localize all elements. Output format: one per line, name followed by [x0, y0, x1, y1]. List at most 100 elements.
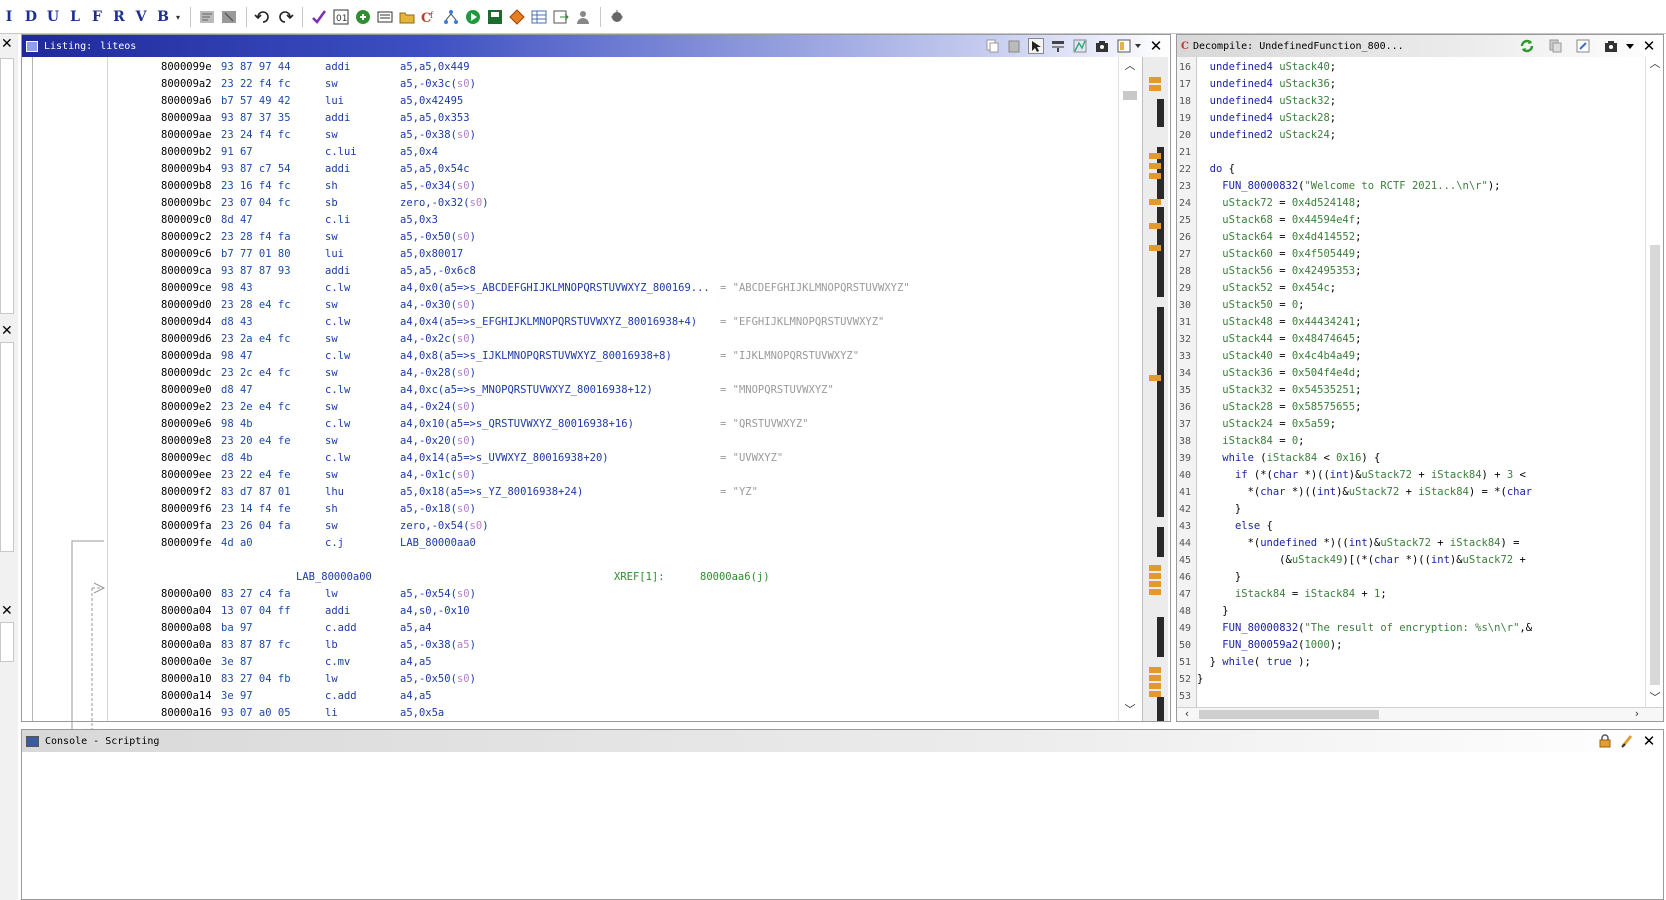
close-icon[interactable]: ✕ [1, 324, 15, 338]
cursor-select-icon[interactable] [1028, 38, 1044, 54]
listing-vertical-scrollbar[interactable]: ︿ ﹀ [1118, 57, 1140, 721]
decompile-line[interactable]: uStack52 = 0x454c; [1197, 280, 1336, 297]
letter-button-d[interactable]: D [22, 7, 40, 27]
redo-icon[interactable] [276, 8, 294, 26]
decompile-line[interactable]: } [1197, 603, 1228, 620]
decompile-line[interactable]: uStack68 = 0x44594e4f; [1197, 212, 1361, 229]
console-body[interactable] [22, 752, 1663, 899]
decompile-line[interactable]: iStack84 = 0; [1197, 433, 1304, 450]
refresh-icon[interactable] [1519, 38, 1535, 54]
scroll-up-icon[interactable]: ︿ [1649, 58, 1661, 69]
decompile-line[interactable]: do { [1197, 161, 1235, 178]
field-edit-icon[interactable] [1050, 38, 1066, 54]
decompile-line[interactable]: uStack28 = 0x58575655; [1197, 399, 1361, 416]
decompile-vertical-scrollbar[interactable]: ︿ ﹀ [1645, 57, 1663, 707]
decompile-line[interactable]: *(undefined *)((int)&uStack72 + iStack84… [1197, 535, 1520, 552]
export-icon[interactable] [552, 8, 570, 26]
decompile-line[interactable]: uStack36 = 0x504f4e4d; [1197, 365, 1361, 382]
decompile-line[interactable]: FUN_800059a2(1000); [1197, 637, 1342, 654]
decompile-code[interactable]: undefined4 uStack40; undefined4 uStack36… [1197, 57, 1645, 707]
close-icon[interactable]: ✕ [1641, 733, 1657, 749]
decompile-line[interactable]: undefined4 uStack32; [1197, 93, 1336, 110]
decompile-scroll-thumb[interactable] [1650, 245, 1660, 685]
decompile-line[interactable]: *(char *)((int)&uStack72 + iStack84) = *… [1197, 484, 1533, 501]
listing-overview-bar[interactable] [1142, 57, 1168, 721]
lock-icon[interactable] [1597, 733, 1613, 749]
decompile-hscroll-thumb[interactable] [1199, 710, 1379, 719]
memory-icon[interactable] [376, 8, 394, 26]
decompile-line[interactable]: uStack64 = 0x4d414552; [1197, 229, 1361, 246]
decompile-line[interactable]: undefined2 uStack24; [1197, 127, 1336, 144]
listing-code[interactable]: 8000099e 93 87 97 44 addi a5,a5,0x449 800009… [108, 57, 1148, 721]
chevron-down-icon[interactable] [1625, 38, 1635, 54]
decompile-line[interactable]: } [1197, 501, 1241, 518]
letter-button-v[interactable]: V [132, 7, 150, 27]
clear-code-icon[interactable] [198, 8, 216, 26]
decompile-line[interactable]: uStack50 = 0; [1197, 297, 1304, 314]
symbol-tree-panel[interactable] [0, 342, 14, 552]
letter-button-b[interactable]: B [154, 7, 172, 27]
copy-icon[interactable] [984, 38, 1000, 54]
user-icon[interactable] [574, 8, 592, 26]
decompile-line[interactable]: undefined4 uStack28; [1197, 110, 1336, 127]
xref-header[interactable]: XREF[1]: [614, 569, 665, 586]
paste-icon[interactable] [1006, 38, 1022, 54]
snapshot-icon[interactable] [1603, 38, 1619, 54]
program-tree-panel[interactable] [0, 58, 14, 314]
close-icon[interactable]: ✕ [1, 37, 15, 51]
decompile-line[interactable]: else { [1197, 518, 1273, 535]
scroll-left-icon[interactable]: ‹ [1181, 708, 1193, 719]
scroll-right-icon[interactable]: › [1631, 708, 1643, 719]
scroll-down-icon[interactable]: ﹀ [1649, 692, 1661, 703]
diff-icon[interactable] [1072, 38, 1088, 54]
decompile-horizontal-scrollbar[interactable]: ‹ › [1177, 707, 1663, 721]
scroll-up-icon[interactable]: ︿ [1124, 60, 1136, 71]
check-icon[interactable] [310, 8, 328, 26]
decompile-line[interactable]: if (*(char *)((int)&uStack72 + iStack84)… [1197, 467, 1526, 484]
chevron-down-icon[interactable]: ▾ [176, 13, 180, 22]
table-icon[interactable] [530, 8, 548, 26]
function-graph-icon[interactable]: Cf [420, 8, 438, 26]
letter-button-r[interactable]: R [110, 7, 128, 27]
diamond-icon[interactable] [508, 8, 526, 26]
decompile-line[interactable]: FUN_80000832("The result of encryption: … [1197, 620, 1532, 637]
letter-button-u[interactable]: U [44, 7, 62, 27]
chevron-down-icon[interactable] [1134, 38, 1142, 54]
close-icon[interactable]: ✕ [1148, 38, 1164, 54]
letter-button-l[interactable]: L [66, 7, 84, 27]
clear-flow-icon[interactable] [220, 8, 238, 26]
decompile-line[interactable]: (&uStack49)[(*(char *)((int)&uStack72 + [1197, 552, 1526, 569]
snapshot-icon[interactable] [1094, 38, 1110, 54]
decompile-line[interactable]: uStack40 = 0x4c4b4a49; [1197, 348, 1361, 365]
clear-console-icon[interactable] [1619, 733, 1635, 749]
decompile-line[interactable]: uStack60 = 0x4f505449; [1197, 246, 1361, 263]
decompile-line[interactable]: } [1197, 569, 1241, 586]
close-icon[interactable]: ✕ [1641, 38, 1657, 54]
undo-icon[interactable] [254, 8, 272, 26]
decompile-line[interactable]: uStack32 = 0x54535251; [1197, 382, 1361, 399]
xref-address[interactable]: 80000aa6(j) [700, 569, 770, 586]
decompile-line[interactable]: uStack24 = 0x5a59; [1197, 416, 1336, 433]
decompile-line[interactable]: } [1197, 671, 1203, 688]
letter-button-f[interactable]: F [88, 7, 106, 27]
debug-icon[interactable] [608, 8, 626, 26]
decompile-line[interactable]: while (iStack84 < 0x16) { [1197, 450, 1380, 467]
layout-icon[interactable] [1116, 38, 1132, 54]
decompile-line[interactable]: uStack48 = 0x44434241; [1197, 314, 1361, 331]
save-icon[interactable] [486, 8, 504, 26]
folder-icon[interactable] [398, 8, 416, 26]
tree-icon[interactable] [442, 8, 460, 26]
decompile-line[interactable]: uStack56 = 0x42495353; [1197, 263, 1361, 280]
scroll-down-icon[interactable]: ﹀ [1124, 704, 1136, 715]
decompile-line[interactable]: uStack44 = 0x48474645; [1197, 331, 1361, 348]
run-icon[interactable] [464, 8, 482, 26]
script-icon[interactable] [354, 8, 372, 26]
close-icon[interactable]: ✕ [1, 604, 15, 618]
letter-button-i[interactable]: I [0, 7, 18, 27]
copy-icon[interactable] [1547, 38, 1563, 54]
decompile-line[interactable]: undefined4 uStack36; [1197, 76, 1336, 93]
listing-scroll-thumb[interactable] [1123, 91, 1137, 100]
decompile-line[interactable]: } while( true ); [1197, 654, 1311, 671]
decompile-line[interactable]: uStack72 = 0x4d524148; [1197, 195, 1361, 212]
edit-function-icon[interactable] [1575, 38, 1591, 54]
